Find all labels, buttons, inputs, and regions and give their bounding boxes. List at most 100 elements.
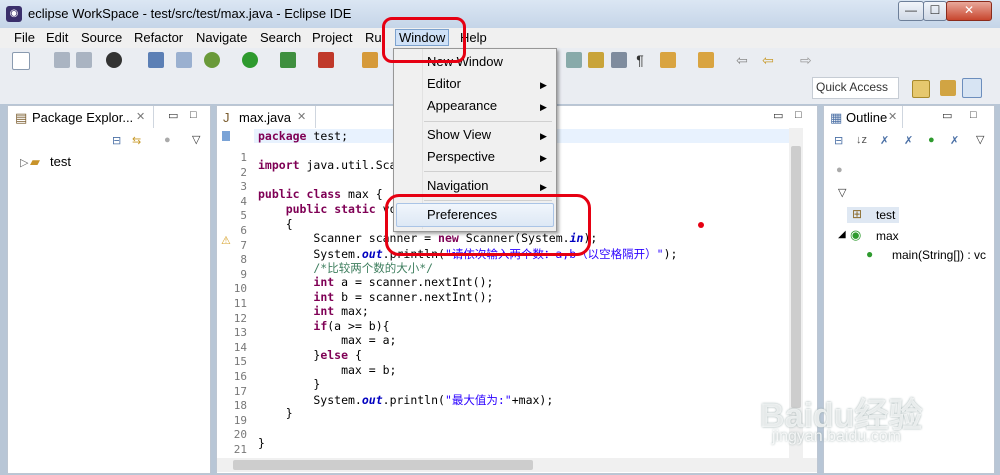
project-test[interactable]: test [50, 154, 71, 169]
code-line[interactable]: public static vo [258, 202, 397, 216]
last-edit-icon[interactable]: ⇦ [736, 52, 752, 68]
next-annotation-icon[interactable] [660, 52, 676, 68]
code-line[interactable]: }else { [258, 348, 362, 362]
menu-run[interactable]: Ru [365, 30, 382, 45]
maximize-icon[interactable]: □ [190, 109, 197, 121]
menu-search[interactable]: Search [260, 30, 301, 45]
save-icon[interactable] [54, 52, 70, 68]
code-line[interactable]: { [258, 217, 293, 231]
run-external-icon[interactable] [280, 52, 296, 68]
horizontal-scrollbar[interactable] [217, 458, 817, 472]
open-type-icon[interactable] [566, 52, 582, 68]
open-perspective-icon[interactable] [912, 80, 930, 98]
menu-item-appearance[interactable]: Appearance [427, 98, 497, 113]
save-all-icon[interactable] [76, 52, 92, 68]
collapse-arrow-icon[interactable]: ◢ [838, 229, 846, 240]
focus-icon[interactable]: ● [836, 164, 843, 176]
menu-item-show-view[interactable]: Show View [427, 127, 491, 142]
hide-local-types-icon[interactable]: ✗ [950, 134, 959, 147]
warning-icon[interactable]: ⚠ [221, 234, 231, 247]
code-line[interactable]: max = a; [258, 333, 396, 347]
outline-package[interactable]: test [876, 208, 895, 222]
code-line[interactable]: package test; [258, 129, 348, 143]
overview-marker [222, 131, 230, 141]
menu-item-navigation[interactable]: Navigation [427, 178, 488, 193]
code-line[interactable]: } [258, 406, 293, 420]
new-package-icon[interactable] [362, 52, 378, 68]
scroll-thumb[interactable] [791, 146, 801, 408]
outline-class[interactable]: max [876, 229, 899, 243]
previous-annotation-icon[interactable] [698, 52, 714, 68]
menu-refactor[interactable]: Refactor [134, 30, 183, 45]
collapse-all-icon[interactable]: ⊟ [112, 134, 121, 147]
code-line[interactable]: import java.util.Sca [258, 158, 396, 172]
menu-file[interactable]: File [14, 30, 35, 45]
close-tab-icon[interactable]: ✕ [888, 110, 897, 123]
minimize-button[interactable]: — [898, 1, 924, 21]
menu-edit[interactable]: Edit [46, 30, 68, 45]
minimize-icon[interactable]: ▭ [942, 109, 952, 122]
hide-nonpublic-icon[interactable]: ● [928, 134, 935, 146]
java-perspective-icon[interactable] [962, 78, 982, 98]
maximize-icon[interactable]: □ [970, 109, 977, 121]
code-line[interactable]: } [258, 377, 320, 391]
toggle-mark-icon[interactable] [611, 52, 627, 68]
view-menu-icon[interactable]: ▽ [976, 133, 984, 146]
code-line[interactable]: /*比较两个数的大小*/ [258, 260, 433, 276]
menu-navigate[interactable]: Navigate [196, 30, 247, 45]
code-line[interactable]: System.out.println("最大值为:"+max); [258, 392, 553, 408]
java-ee-perspective-icon[interactable] [940, 80, 956, 96]
hide-fields-icon[interactable]: ✗ [880, 134, 889, 147]
forward-icon[interactable]: ⇨ [800, 52, 816, 68]
code-line[interactable]: int max; [258, 304, 368, 318]
line-number: 15 [233, 355, 247, 369]
filter-icon[interactable]: ▽ [838, 186, 846, 199]
search-icon[interactable] [588, 52, 604, 68]
focus-icon[interactable]: ● [164, 134, 171, 146]
outline-method[interactable]: main(String[]) : vc [892, 248, 986, 262]
maximize-button[interactable]: ☐ [923, 1, 947, 21]
annotation-circle-window-menu [382, 17, 466, 63]
hide-static-icon[interactable]: ✗ [904, 134, 913, 147]
minimize-icon[interactable]: ▭ [168, 109, 178, 122]
tab-outline[interactable]: ▦ Outline ✕ [824, 106, 903, 128]
code-line[interactable]: max = b; [258, 363, 396, 377]
line-number: 17 [233, 384, 247, 398]
console-icon[interactable] [148, 52, 164, 68]
run-icon[interactable] [242, 52, 258, 68]
profile-icon[interactable] [106, 52, 122, 68]
menu-item-editor[interactable]: Editor [427, 76, 461, 91]
quick-access-field[interactable]: Quick Access [812, 77, 899, 99]
expand-arrow-icon[interactable]: ▷ [20, 156, 28, 169]
scroll-thumb[interactable] [233, 460, 533, 470]
menu-project[interactable]: Project [312, 30, 352, 45]
minimize-icon[interactable]: ▭ [773, 109, 783, 122]
close-tab-icon[interactable]: ✕ [136, 110, 145, 123]
menu-source[interactable]: Source [81, 30, 122, 45]
code-line[interactable]: public class max { [258, 187, 383, 201]
show-whitespace-icon[interactable]: ¶ [632, 52, 648, 68]
link-editor-icon[interactable]: ⇆ [132, 134, 141, 147]
code-line[interactable]: } [258, 436, 265, 450]
tab-package-explorer[interactable]: ▤ Package Explor... ✕ [8, 106, 154, 128]
new-file-icon[interactable] [12, 52, 30, 70]
line-number: 13 [233, 326, 247, 340]
class-icon: ◉ [850, 227, 862, 242]
debug-icon[interactable] [204, 52, 220, 68]
tab-max-java[interactable]: J max.java ✕ [217, 106, 316, 128]
breakpoint-icon[interactable] [176, 52, 192, 68]
menu-item-perspective[interactable]: Perspective [427, 149, 495, 164]
back-icon[interactable]: ⇦ [762, 52, 778, 68]
code-line[interactable]: if(a >= b){ [258, 319, 389, 333]
close-tab-icon[interactable]: ✕ [297, 110, 306, 123]
close-button[interactable]: ✕ [946, 1, 992, 21]
code-line[interactable]: int a = scanner.nextInt(); [258, 275, 493, 289]
eclipse-app-icon: ◉ [6, 6, 22, 22]
sort-icon[interactable]: ↓z [856, 134, 867, 146]
maximize-icon[interactable]: □ [795, 109, 802, 121]
collapse-all-icon[interactable]: ⊟ [834, 134, 843, 147]
coverage-icon[interactable] [318, 52, 334, 68]
line-number: 9 [240, 267, 247, 281]
view-menu-icon[interactable]: ▽ [192, 133, 200, 146]
code-line[interactable]: int b = scanner.nextInt(); [258, 290, 493, 304]
